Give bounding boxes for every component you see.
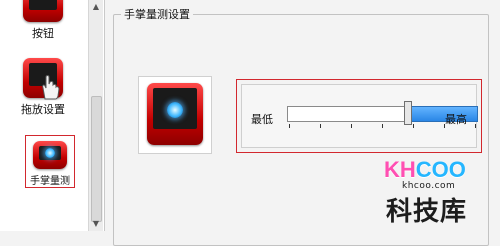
slider-fill xyxy=(407,106,478,122)
device-preview xyxy=(138,76,212,154)
device-preview-icon xyxy=(147,83,203,145)
watermark-logo: KHCOO xyxy=(384,157,466,183)
slider-thumb[interactable] xyxy=(404,101,412,125)
sensitivity-slider-box: 最低 最高 xyxy=(236,79,482,153)
watermark: KHCOO khcoo.com 科技库 xyxy=(380,147,494,227)
nav-item-label: 按钮 xyxy=(32,27,54,40)
slider-tick xyxy=(413,124,414,128)
scroll-thumb[interactable] xyxy=(91,96,102,222)
nav-scrollbar[interactable]: ▲ ▼ xyxy=(88,0,103,231)
slider-min-label: 最低 xyxy=(251,113,273,126)
slider-tick xyxy=(320,124,321,128)
watermark-url: khcoo.com xyxy=(402,181,456,191)
watermark-logo-coo: COO xyxy=(415,157,466,182)
slider-tick xyxy=(351,124,352,128)
drag-hand-icon xyxy=(23,58,63,100)
nav-item-label: 拖放设置 xyxy=(21,103,65,116)
watermark-name: 科技库 xyxy=(386,197,468,227)
slider-tick xyxy=(289,124,290,128)
nav-item-buttons[interactable]: 按钮 xyxy=(12,0,74,41)
nav-item-label: 手掌量测 xyxy=(30,176,70,187)
slider-tick xyxy=(382,124,383,128)
scroll-up-icon[interactable]: ▲ xyxy=(89,0,103,14)
nav-item-drag-settings[interactable]: 拖放设置 xyxy=(12,58,74,117)
scroll-down-icon[interactable]: ▼ xyxy=(89,217,103,231)
button-icon xyxy=(23,0,63,22)
watermark-logo-kh: KH xyxy=(384,157,416,182)
nav-item-palm-measure[interactable]: 手掌量测 xyxy=(25,135,75,188)
slider-tick xyxy=(475,124,476,128)
palm-measure-icon xyxy=(33,141,67,169)
group-title: 手掌量测设置 xyxy=(121,6,193,22)
nav-panel: 按钮 拖放设置 手掌量测 ▲ ▼ xyxy=(0,0,105,231)
slider-track[interactable] xyxy=(287,106,409,122)
slider-max-label: 最高 xyxy=(445,113,467,126)
